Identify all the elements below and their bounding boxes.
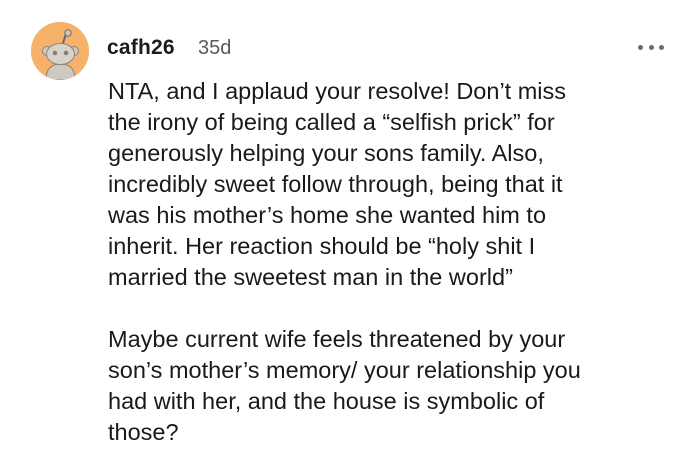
comment-author[interactable]: cafh26: [107, 36, 175, 60]
comment-paragraph: NTA, and I applaud your resolve! Don’t m…: [108, 76, 683, 293]
comment-line: son’s mother’s memory/ your relationship…: [108, 357, 581, 383]
more-dot: [638, 44, 643, 50]
comment-line: inherit. Her reaction should be “holy sh…: [108, 233, 536, 259]
comment-age: 35d: [198, 37, 232, 59]
comment-body: NTA, and I applaud your resolve! Don’t m…: [108, 76, 683, 448]
comment-line: had with her, and the house is symbolic …: [108, 388, 545, 414]
comment-line: incredibly sweet follow through, being t…: [108, 171, 563, 197]
more-dot: [648, 44, 654, 50]
more-dot: [659, 44, 664, 50]
comment: cafh26 35d NTA, and I applaud your resol…: [0, 0, 700, 471]
comment-line: was his mother’s home she wanted him to: [108, 202, 547, 228]
comment-line: generously helping your sons family. Als…: [108, 140, 544, 166]
comment-line: those?: [108, 419, 179, 445]
comment-line: the irony of being called a “selfish pri…: [108, 109, 555, 135]
more-options-icon[interactable]: [638, 42, 664, 52]
comment-line: married the sweetest man in the world”: [108, 264, 513, 290]
comment-paragraph: Maybe current wife feels threatened by y…: [108, 324, 683, 448]
comment-line: NTA, and I applaud your resolve! Don’t m…: [108, 78, 567, 104]
snoo-avatar-icon[interactable]: [31, 22, 89, 80]
snoo-avatar-graphic: [31, 22, 89, 80]
comment-line: Maybe current wife feels threatened by y…: [108, 326, 566, 352]
